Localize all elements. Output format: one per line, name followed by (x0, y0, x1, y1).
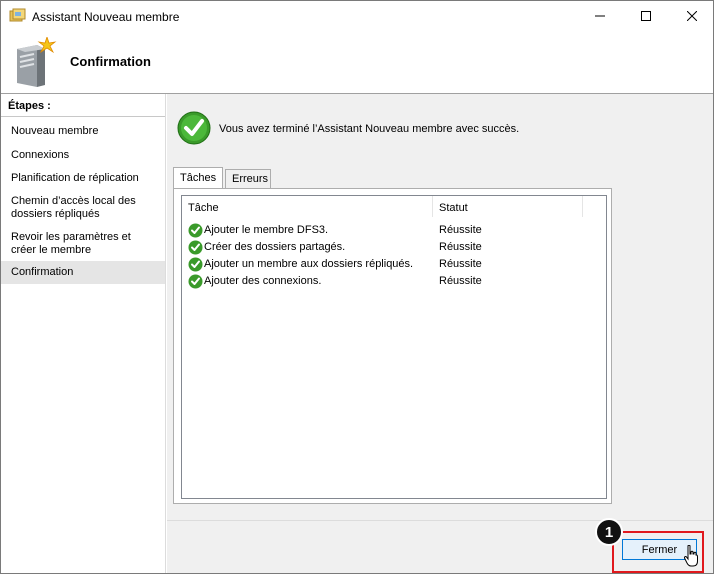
row-status: Réussite (439, 275, 482, 287)
row-status: Réussite (439, 224, 482, 236)
row-status: Réussite (439, 241, 482, 253)
task-list-header: Tâche Statut (182, 196, 606, 217)
row-task: Ajouter un membre aux dossiers répliqués… (204, 258, 414, 270)
tab-erreurs[interactable]: Erreurs (225, 169, 271, 189)
table-row[interactable]: Ajouter un membre aux dossiers répliqués… (182, 256, 606, 273)
wizard-header: Confirmation (1, 31, 713, 93)
step-planification[interactable]: Planification de réplication (1, 172, 165, 185)
maximize-button[interactable] (623, 1, 669, 31)
success-check-icon (188, 274, 203, 289)
wizard-window: Assistant Nouveau membre Confirmation Ét… (0, 0, 714, 574)
row-task: Ajouter des connexions. (204, 275, 322, 287)
title-bar[interactable]: Assistant Nouveau membre (1, 1, 713, 31)
content-pane: Vous avez terminé l’Assistant Nouveau me… (167, 94, 713, 573)
minimize-button[interactable] (577, 1, 623, 31)
column-header-statut[interactable]: Statut (433, 196, 583, 217)
maximize-icon (641, 11, 651, 21)
step-nouveau-membre[interactable]: Nouveau membre (1, 125, 165, 138)
step-confirmation[interactable]: Confirmation (1, 261, 165, 284)
hand-cursor-icon (684, 545, 698, 567)
server-wizard-icon (17, 37, 57, 87)
tab-panel-taches: Tâche Statut Ajouter le membre DFS3. Réu… (173, 188, 612, 504)
task-list[interactable]: Tâche Statut Ajouter le membre DFS3. Réu… (181, 195, 607, 499)
success-check-icon (177, 111, 211, 145)
footer-divider (167, 520, 713, 521)
table-row[interactable]: Ajouter des connexions. Réussite (182, 273, 606, 290)
row-status: Réussite (439, 258, 482, 270)
steps-title: Étapes : (1, 94, 165, 117)
close-icon (687, 11, 697, 21)
minimize-icon (595, 15, 605, 17)
success-check-icon (188, 223, 203, 238)
app-icon (9, 8, 26, 22)
table-row[interactable]: Ajouter le membre DFS3. Réussite (182, 222, 606, 239)
column-header-tache[interactable]: Tâche (182, 196, 433, 217)
page-title: Confirmation (70, 54, 151, 69)
success-message: Vous avez terminé l’Assistant Nouveau me… (219, 123, 520, 135)
step-revoir-parametres[interactable]: Revoir les paramètres et créer le membre (1, 231, 165, 257)
row-task: Créer des dossiers partagés. (204, 241, 346, 253)
row-task: Ajouter le membre DFS3. (204, 224, 329, 236)
annotation-step-badge: 1 (595, 518, 623, 546)
step-connexions[interactable]: Connexions (1, 149, 165, 162)
success-check-icon (188, 240, 203, 255)
steps-pane: Étapes : Nouveau membre Connexions Plani… (1, 94, 166, 573)
step-chemin-acces[interactable]: Chemin d’accès local des dossiers répliq… (1, 195, 165, 221)
tab-taches[interactable]: Tâches (173, 167, 223, 188)
window-title: Assistant Nouveau membre (32, 10, 180, 24)
success-check-icon (188, 257, 203, 272)
table-row[interactable]: Créer des dossiers partagés. Réussite (182, 239, 606, 256)
close-window-button[interactable] (669, 1, 714, 31)
